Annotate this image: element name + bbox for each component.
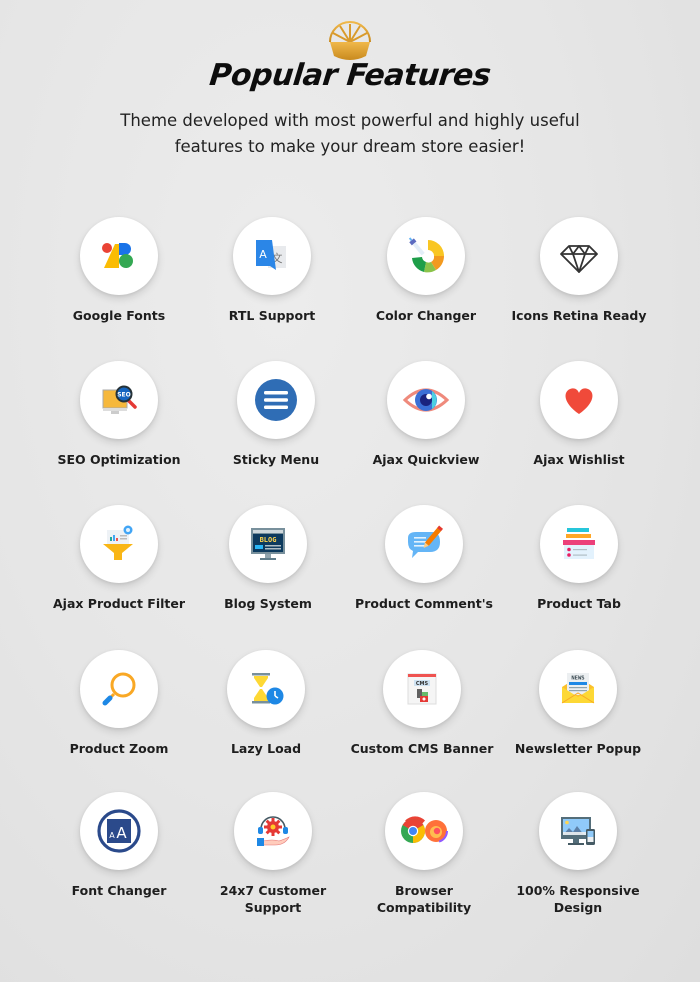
feature-google-fonts: Google Fonts xyxy=(39,217,199,324)
feature-responsive-design: 100% Responsive Design xyxy=(498,792,658,916)
feature-seo-optimization: SEO SEO Optimization xyxy=(39,361,199,468)
feature-label: 24x7 Customer Support xyxy=(193,882,353,916)
feature-label: Newsletter Popup xyxy=(514,741,642,756)
svg-text:NEWS: NEWS xyxy=(571,676,584,682)
svg-text:BLOG: BLOG xyxy=(260,536,277,544)
feature-label: Font Changer xyxy=(71,883,167,898)
feature-label: Product Comment's xyxy=(355,596,493,611)
feature-label: Ajax Wishlist xyxy=(533,452,625,467)
feature-label: Browser Compatibility xyxy=(344,882,504,916)
features-grid: Google Fonts 文 A RTL Support Color Chang… xyxy=(0,0,700,982)
svg-text:SEO: SEO xyxy=(117,392,131,399)
feature-blog-system: BLOG Blog System xyxy=(188,505,348,612)
diamond-icon xyxy=(560,245,598,273)
translate-icon: 文 A xyxy=(256,240,286,270)
feature-ajax-wishlist: Ajax Wishlist xyxy=(499,361,659,468)
feature-label-line-2: Support xyxy=(244,900,302,915)
funnel-filter-icon xyxy=(103,525,133,560)
tabs-icon xyxy=(563,528,595,559)
feature-label: SEO Optimization xyxy=(57,452,181,467)
feature-ajax-product-filter: Ajax Product Filter xyxy=(39,505,199,612)
hourglass-clock-icon xyxy=(252,673,284,705)
feature-font-changer: A A Font Changer xyxy=(39,792,199,899)
feature-label: Blog System xyxy=(224,596,312,611)
support-headset-icon xyxy=(257,816,290,846)
feature-label: 100% Responsive Design xyxy=(498,882,658,916)
browsers-icon xyxy=(401,816,448,843)
feature-label: Product Tab xyxy=(537,596,621,611)
blog-monitor-icon: BLOG xyxy=(251,528,285,560)
feature-label-line-1: 100% Responsive xyxy=(516,883,640,898)
firefox-icon xyxy=(424,819,448,843)
google-fonts-icon xyxy=(102,243,133,268)
feature-browser-compatibility: Browser Compatibility xyxy=(344,792,504,916)
svg-text:A: A xyxy=(109,831,115,840)
heart-icon xyxy=(565,388,593,414)
feature-label: Ajax Product Filter xyxy=(52,596,186,611)
feature-label: Color Changer xyxy=(375,308,477,323)
feature-product-zoom: Product Zoom xyxy=(39,650,199,757)
newsletter-envelope-icon: NEWS xyxy=(561,673,595,704)
feature-product-tab: Product Tab xyxy=(499,505,659,612)
feature-label: Sticky Menu xyxy=(232,452,320,467)
feature-label: RTL Support xyxy=(228,308,316,323)
feature-label-line-1: Browser xyxy=(395,883,453,898)
feature-custom-cms-banner: CMS Custom CMS Banner xyxy=(342,650,502,757)
feature-sticky-menu: Sticky Menu xyxy=(196,361,356,468)
feature-icons-retina-ready: Icons Retina Ready xyxy=(499,217,659,324)
color-picker-icon xyxy=(408,237,445,273)
feature-label: Product Zoom xyxy=(69,741,169,756)
feature-label: Ajax Quickview xyxy=(372,452,480,467)
feature-color-changer: Color Changer xyxy=(346,217,506,324)
feature-label-line-1: 24x7 Customer xyxy=(219,883,327,898)
svg-text:A: A xyxy=(259,248,267,261)
hamburger-menu-icon xyxy=(255,379,297,421)
seo-monitor-icon: SEO xyxy=(102,385,137,414)
feature-lazy-load: Lazy Load xyxy=(186,650,346,757)
eye-icon xyxy=(402,388,450,412)
feature-label: Custom CMS Banner xyxy=(350,741,494,756)
feature-label-line-2: Design xyxy=(553,900,603,915)
responsive-devices-icon xyxy=(561,817,595,845)
feature-customer-support: 24x7 Customer Support xyxy=(193,792,353,916)
feature-label: Icons Retina Ready xyxy=(511,308,647,323)
svg-text:A: A xyxy=(116,824,127,842)
chrome-icon xyxy=(401,816,426,843)
feature-label: Lazy Load xyxy=(230,741,302,756)
cms-banner-icon: CMS xyxy=(407,673,437,705)
svg-text:CMS: CMS xyxy=(416,681,429,687)
feature-ajax-quickview: Ajax Quickview xyxy=(346,361,506,468)
magnifier-icon xyxy=(102,672,136,706)
feature-rtl-support: 文 A RTL Support xyxy=(192,217,352,324)
comment-pencil-icon xyxy=(408,525,443,558)
feature-product-comments: Product Comment's xyxy=(344,505,504,612)
feature-newsletter-popup: NEWS Newsletter Popup xyxy=(498,650,658,757)
feature-label-line-2: Compatibility xyxy=(376,900,472,915)
font-size-icon: A A xyxy=(97,809,141,853)
feature-label: Google Fonts xyxy=(72,308,166,323)
